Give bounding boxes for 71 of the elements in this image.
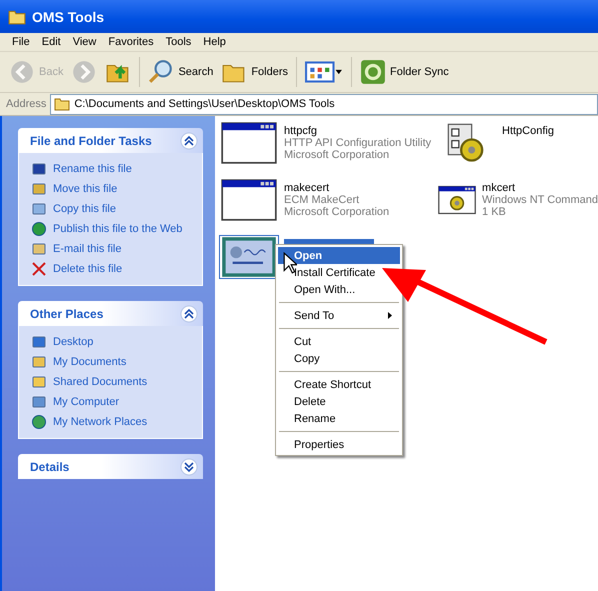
- folder-icon: [8, 8, 26, 24]
- sync-button[interactable]: Folder Sync: [357, 57, 452, 87]
- pane-title: Details: [30, 460, 70, 474]
- task-link[interactable]: E-mail this file: [31, 241, 202, 257]
- window-title: OMS Tools: [32, 8, 104, 24]
- menu-item[interactable]: File: [6, 36, 36, 48]
- task-link[interactable]: Publish this file to the Web: [31, 221, 202, 237]
- collapse-icon[interactable]: [180, 132, 198, 150]
- file-icon: [31, 181, 47, 197]
- task-link[interactable]: Shared Documents: [31, 374, 202, 390]
- file-detail: HTTP API Configuration Utility: [284, 137, 432, 149]
- task-link[interactable]: Delete this file: [31, 261, 202, 277]
- file-detail: ECM MakeCert: [284, 194, 360, 206]
- menu-item[interactable]: Edit: [36, 36, 67, 48]
- sync-icon: [360, 59, 386, 85]
- folder-icon: [31, 354, 47, 370]
- menu-item[interactable]: Properties: [278, 436, 400, 453]
- file-name: HttpConfig: [502, 125, 554, 137]
- pane-header[interactable]: Details: [18, 454, 203, 479]
- file-detail: Microsoft Corporation: [284, 206, 390, 218]
- task-link[interactable]: Rename this file: [31, 161, 202, 177]
- file-name: mkcert: [482, 182, 516, 194]
- certificate-icon[interactable]: [220, 236, 278, 278]
- collapse-icon[interactable]: [180, 304, 198, 322]
- expand-icon[interactable]: [180, 458, 198, 476]
- file-detail: Windows NT Command: [482, 194, 598, 206]
- menu-item[interactable]: Open: [278, 247, 400, 264]
- pane-title: Other Places: [30, 306, 104, 320]
- menu-item[interactable]: Tools: [160, 36, 198, 48]
- program-window-icon[interactable]: [220, 122, 278, 164]
- address-field[interactable]: C:\Documents and Settings\User\Desktop\OMS Tools: [50, 94, 598, 114]
- program-window-icon[interactable]: [220, 179, 278, 221]
- address-label: Address: [6, 98, 46, 110]
- task-link[interactable]: Desktop: [31, 334, 202, 350]
- menu-item[interactable]: Favorites: [102, 36, 160, 48]
- menu-item[interactable]: Copy: [278, 350, 400, 367]
- search-icon: [148, 59, 174, 85]
- menu-item[interactable]: Send To: [278, 307, 400, 324]
- menu-item[interactable]: Rename: [278, 410, 400, 427]
- file-icon: [31, 241, 47, 257]
- menu-item[interactable]: Delete: [278, 393, 400, 410]
- task-link[interactable]: My Computer: [31, 394, 202, 410]
- submenu-arrow-icon: [388, 312, 392, 319]
- menu-item[interactable]: Create Shortcut: [278, 376, 400, 393]
- monitor-icon: [31, 334, 47, 350]
- file-detail: 1 KB: [482, 206, 507, 218]
- search-button[interactable]: Search: [145, 57, 216, 87]
- file-icon: [31, 201, 47, 217]
- file-detail: Microsoft Corporation: [284, 149, 390, 161]
- globe-icon: [31, 414, 47, 430]
- pane-header[interactable]: Other Places: [18, 301, 203, 326]
- views-icon: [305, 59, 344, 85]
- task-link[interactable]: Copy this file: [31, 201, 202, 217]
- pane-header[interactable]: File and Folder Tasks: [18, 128, 203, 153]
- menu-item[interactable]: Cut: [278, 333, 400, 350]
- menu-item[interactable]: Open With...: [278, 281, 400, 298]
- task-link[interactable]: My Network Places: [31, 414, 202, 430]
- menu-item[interactable]: View: [66, 36, 102, 48]
- pane-title: File and Folder Tasks: [30, 134, 152, 148]
- task-link[interactable]: Move this file: [31, 181, 202, 197]
- file-icon: [31, 161, 47, 177]
- menu-item[interactable]: Help: [197, 36, 232, 48]
- monitor-icon: [31, 394, 47, 410]
- globe-icon: [31, 221, 47, 237]
- file-name: httpcfg: [284, 125, 318, 137]
- task-link[interactable]: My Documents: [31, 354, 202, 370]
- file-name: makecert: [284, 182, 330, 194]
- folder-icon: [54, 97, 70, 111]
- delete-icon: [31, 261, 47, 277]
- folders-button[interactable]: Folders: [218, 57, 292, 87]
- folder-icon: [31, 374, 47, 390]
